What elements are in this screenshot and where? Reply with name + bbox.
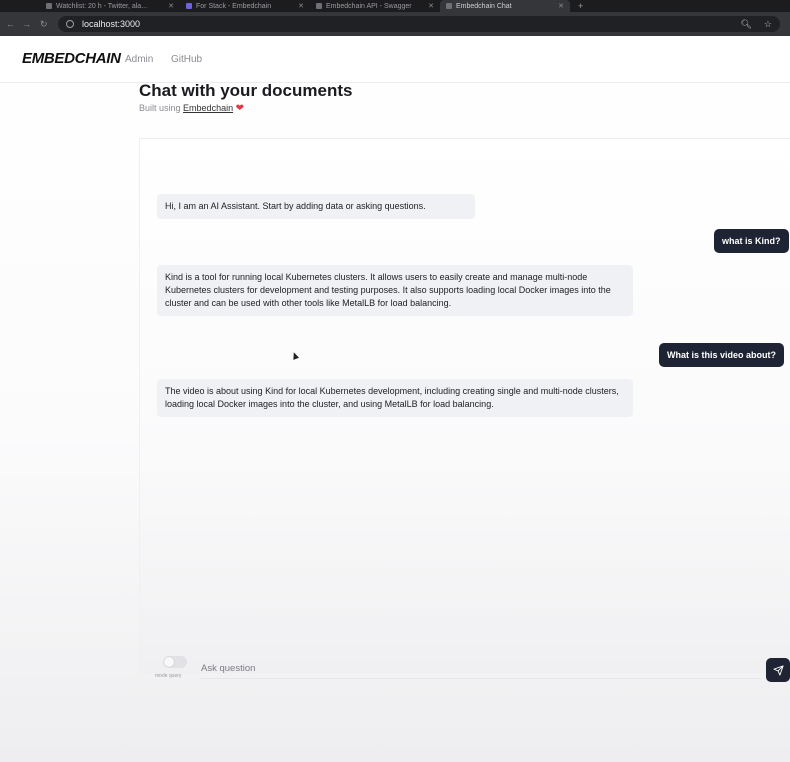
subtitle-prefix: Built using [139,103,181,113]
assistant-message: Hi, I am an AI Assistant. Start by addin… [157,194,475,219]
back-icon[interactable]: ← [6,18,15,30]
forward-icon[interactable]: → [22,18,31,30]
page-subtitle: Built using Embedchain ❤ [139,103,244,114]
reload-icon[interactable]: ↻ [40,18,48,30]
new-tab-icon[interactable]: + [578,0,583,12]
tab-favicon-icon [316,3,322,9]
assistant-message: Kind is a tool for running local Kuberne… [157,265,633,316]
heart-icon: ❤ [235,103,244,114]
url-text: localhost:3000 [82,19,141,29]
user-message: what is Kind? [714,229,789,253]
browser-tab-bar: Watchlist: 20 h - Twitter, ala... ✕ For … [0,0,790,12]
tab-label: For Stack - Embedchain [196,2,272,10]
nav-link-github[interactable]: GitHub [171,54,202,65]
close-icon[interactable]: ✕ [298,2,304,10]
browser-tab-active[interactable]: Embedchain Chat ✕ [440,0,570,12]
send-icon [772,664,784,676]
close-icon[interactable]: ✕ [168,2,174,10]
nav-link-admin[interactable]: Admin [125,54,153,65]
browser-tab[interactable]: For Stack - Embedchain ✕ [180,0,310,12]
embedchain-link[interactable]: Embedchain [183,103,233,113]
zoom-icon[interactable]: 🔍︎ [740,19,751,30]
tab-favicon-icon [46,3,52,9]
send-button[interactable] [766,658,790,682]
user-message: What is this video about? [659,343,785,367]
close-icon[interactable]: ✕ [558,2,564,10]
page-title: Chat with your documents [139,81,353,100]
embedchain-logo[interactable]: EMBEDCHAIN [22,50,121,67]
top-navigation: EMBEDCHAIN Admin GitHub [0,36,790,83]
mode-toggle[interactable] [163,656,187,668]
url-field[interactable]: localhost:3000 🔍︎ ☆ [58,16,780,32]
tab-label: Embedchain API - Swagger [326,2,412,10]
close-icon[interactable]: ✕ [428,2,434,10]
browser-tab[interactable]: Embedchain API - Swagger ✕ [310,0,440,12]
chat-input-bar: mode query [139,650,790,690]
browser-address-bar: ← → ↻ localhost:3000 🔍︎ ☆ [0,12,790,36]
mode-toggle-label: mode query [155,673,182,679]
tab-label: Watchlist: 20 h - Twitter, ala... [56,2,148,10]
site-info-icon[interactable] [66,20,74,28]
tab-favicon-icon [446,3,452,9]
ask-question-input[interactable] [201,658,761,679]
tab-label: Embedchain Chat [456,2,512,10]
toggle-knob [164,657,174,667]
bookmark-star-icon[interactable]: ☆ [764,19,772,30]
tab-favicon-icon [186,3,192,9]
assistant-message: The video is about using Kind for local … [157,379,633,417]
browser-tab[interactable]: Watchlist: 20 h - Twitter, ala... ✕ [40,0,180,12]
